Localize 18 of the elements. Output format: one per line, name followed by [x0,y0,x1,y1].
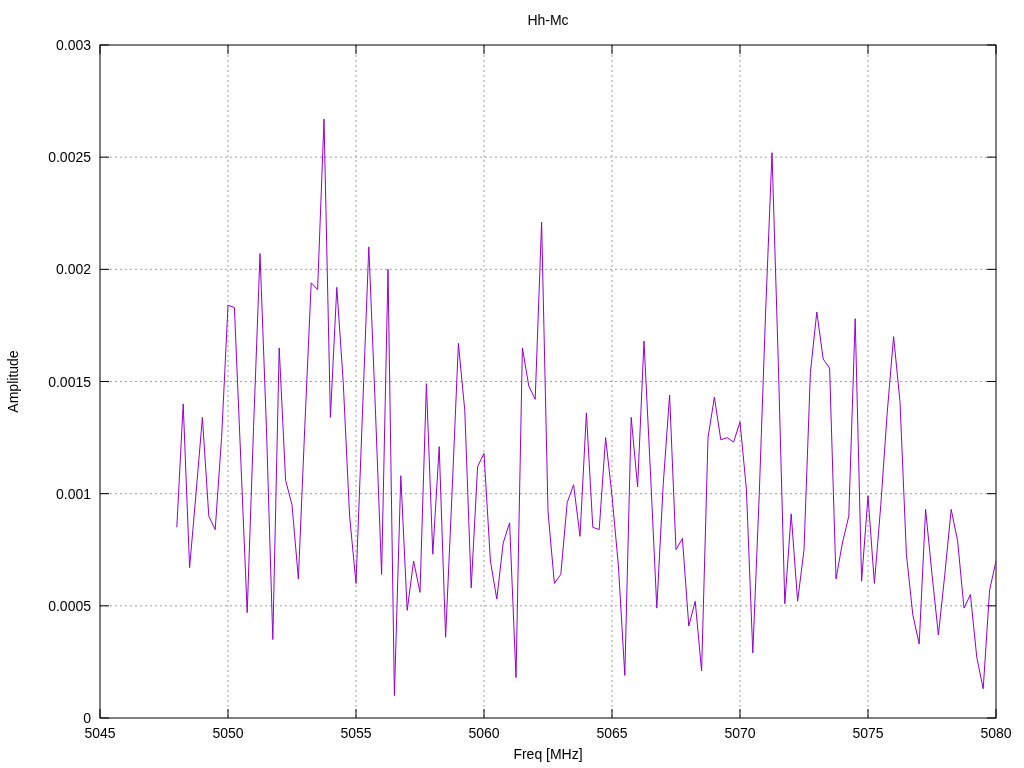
y-tick-label: 0.002 [55,261,91,278]
x-tick-label: 5075 [852,725,884,741]
x-tick-label: 5055 [340,725,372,741]
x-tick-label: 5060 [468,725,500,741]
y-axis-label: Amplitude [5,350,21,413]
x-tick-label: 5065 [596,725,628,741]
chart-title: Hh-Mc [527,12,569,28]
x-axis-label: Freq [MHz] [513,746,583,762]
y-tick-label: 0.001 [55,485,91,502]
y-tick-label: 0 [83,710,91,726]
x-tick-label: 5080 [980,725,1012,741]
y-tick-label: 0.0025 [48,149,91,166]
y-tick-label: 0.0005 [48,597,91,614]
x-tick-label: 5070 [724,725,756,741]
y-tick-label: 0.003 [55,37,91,53]
x-tick-label: 5045 [84,725,116,741]
y-tick-label: 0.0015 [48,373,91,390]
x-tick-label: 5050 [212,725,244,741]
